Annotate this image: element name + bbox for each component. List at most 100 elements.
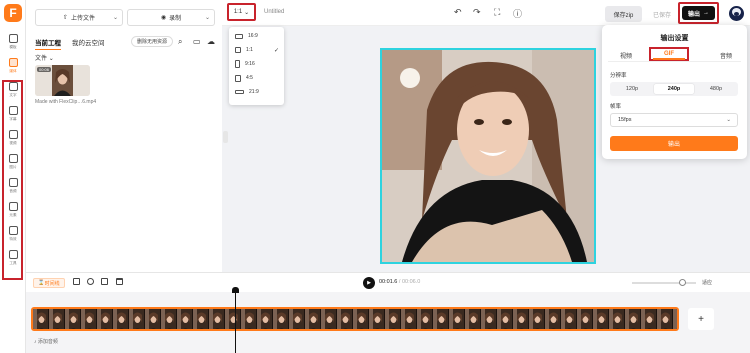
tab-audio[interactable]: 音频 <box>711 51 741 60</box>
clip-frame <box>129 309 145 329</box>
tab-my-cloud[interactable]: 我的云空间 <box>72 37 105 47</box>
clip-frame <box>513 309 529 329</box>
panel-tabs: 当前工程 我的云空间 删除无用资源 ⌕ ▭ ☁ <box>35 36 215 50</box>
ratio-16-9-icon <box>235 33 243 39</box>
export-confirm-button[interactable]: 输出 <box>610 136 738 151</box>
sidebar-item-subtitle[interactable]: 字幕 <box>3 104 23 124</box>
clip-frame <box>369 309 385 329</box>
zoom-slider-knob[interactable] <box>679 279 686 286</box>
search-icon[interactable]: ⌕ <box>178 37 182 47</box>
tab-current-project[interactable]: 当前工程 <box>35 37 61 50</box>
text-icon <box>8 82 18 91</box>
sidebar-item-effects[interactable]: 特效 <box>3 224 23 244</box>
app-logo[interactable]: F <box>4 4 22 22</box>
avatar[interactable] <box>729 6 744 21</box>
subtitle-icon <box>8 106 18 115</box>
undo-icon[interactable]: ↶ <box>454 7 462 18</box>
panel-collapse-handle[interactable] <box>223 131 228 143</box>
sidebar-item-label: 字幕 <box>9 116 17 121</box>
fps-select[interactable]: 15fps ⌄ <box>610 113 738 127</box>
sidebar-item-video[interactable]: 视频 <box>3 128 23 148</box>
ratio-option-21-9[interactable]: 21:9 <box>235 87 280 97</box>
sidebar-item-template[interactable]: 模板 <box>3 32 23 52</box>
template-icon <box>8 34 18 43</box>
tab-video[interactable]: 视频 <box>611 51 641 60</box>
files-label: 文件 <box>35 56 48 62</box>
timeline-tracks: + ♪ 添加音频 <box>26 292 750 353</box>
sidebar-item-text[interactable]: 文字 <box>3 80 23 100</box>
clip-frame <box>593 309 609 329</box>
ratio-option-9-16[interactable]: 9:16 <box>235 59 280 69</box>
ratio-option-4-5[interactable]: 4:5 <box>235 73 280 83</box>
delete-icon[interactable] <box>116 278 123 285</box>
export-button[interactable]: 输出 → <box>682 6 715 20</box>
add-scene-icon[interactable] <box>73 278 80 285</box>
clip-frame <box>257 309 273 329</box>
fps-value: 15fps <box>618 117 632 123</box>
clip-frame <box>625 309 641 329</box>
resolution-label: 分辨率 <box>610 73 627 79</box>
ratio-label: 4:5 <box>246 75 253 81</box>
record-button[interactable]: ◉ 录制 ⌄ <box>127 9 215 26</box>
sidebar-item-tools[interactable]: 工具 <box>3 248 23 268</box>
ratio-label: 9:16 <box>245 61 255 67</box>
clip-frame <box>273 309 289 329</box>
cloud-icon[interactable]: ☁ <box>207 37 215 46</box>
sidebar-item-elements[interactable]: 元素 <box>3 200 23 220</box>
clip-frame <box>481 309 497 329</box>
sidebar-item-audio[interactable]: 音频 <box>3 176 23 196</box>
clip-frame <box>321 309 337 329</box>
duplicate-icon[interactable] <box>101 278 108 285</box>
add-audio-button[interactable]: ♪ 添加音频 <box>34 338 58 345</box>
aspect-ratio-button[interactable]: 1:1 ⌄ <box>227 3 256 21</box>
resolution-240p[interactable]: 240p <box>654 84 694 94</box>
clip-frame <box>65 309 81 329</box>
upload-button[interactable]: ⇧ 上传文件 ⌄ <box>35 9 123 26</box>
fit-button[interactable]: 适应 <box>702 279 712 286</box>
sidebar-item-label: 音频 <box>9 188 17 193</box>
sidebar-item-media[interactable]: 媒体 <box>3 56 23 76</box>
clip-frame <box>113 309 129 329</box>
video-clip[interactable] <box>31 307 679 331</box>
play-icon: ▶ <box>367 280 371 286</box>
sidebar-item-image[interactable]: 图片 <box>3 152 23 172</box>
ratio-1-1-icon <box>235 47 241 53</box>
zoom-slider-track[interactable] <box>632 282 696 284</box>
clip-frame <box>641 309 657 329</box>
sidebar-item-label: 图片 <box>9 164 17 169</box>
folder-icon[interactable]: ▭ <box>193 37 201 46</box>
export-highlight-box: 输出 → <box>678 2 719 24</box>
help-icon[interactable]: ⓘ <box>513 7 522 20</box>
upload-label: 上传文件 <box>71 16 96 22</box>
chevron-down-icon[interactable]: ⌄ <box>113 14 118 21</box>
ratio-label: 1:1 <box>246 47 253 53</box>
save-zip-button[interactable]: 保存zip <box>605 6 642 22</box>
redo-icon[interactable]: ↷ <box>473 7 481 18</box>
ratio-option-1-1[interactable]: 1:1 ✓ <box>235 45 280 55</box>
files-dropdown[interactable]: 文件 ⌄ <box>35 53 54 62</box>
clip-frame <box>385 309 401 329</box>
media-thumbnail[interactable]: 00:06 <box>35 65 90 96</box>
play-button[interactable]: ▶ <box>363 277 375 289</box>
split-icon[interactable] <box>87 278 94 285</box>
video-canvas[interactable] <box>380 48 596 264</box>
clip-frame <box>305 309 321 329</box>
project-name[interactable]: Untitled <box>264 9 284 15</box>
top-bar: 1:1 ⌄ Untitled ↶ ↷ ⛶ ⓘ 保存zip 已保存 输出 → <box>222 0 750 26</box>
fps-label: 帧率 <box>610 104 622 110</box>
fullscreen-icon[interactable]: ⛶ <box>494 7 500 18</box>
resolution-120p[interactable]: 120p <box>612 84 652 94</box>
chevron-down-icon[interactable]: ⌄ <box>205 14 210 21</box>
add-clip-button[interactable]: + <box>688 308 714 330</box>
clip-frame <box>145 309 161 329</box>
resolution-480p[interactable]: 480p <box>696 84 736 94</box>
clip-frame <box>337 309 353 329</box>
audio-icon <box>8 178 18 187</box>
sidebar-item-label: 媒体 <box>9 68 17 73</box>
playhead[interactable] <box>235 289 236 353</box>
clean-unused-button[interactable]: 删除无用资源 <box>131 36 173 47</box>
media-panel: ⇧ 上传文件 ⌄ ◉ 录制 ⌄ 当前工程 我的云空间 删除无用资源 ⌕ ▭ ☁ … <box>26 0 222 272</box>
tab-gif[interactable]: GIF <box>649 47 689 61</box>
timeline-button[interactable]: ⌛ 时间线 <box>33 278 65 288</box>
ratio-option-16-9[interactable]: 16:9 <box>235 31 280 41</box>
